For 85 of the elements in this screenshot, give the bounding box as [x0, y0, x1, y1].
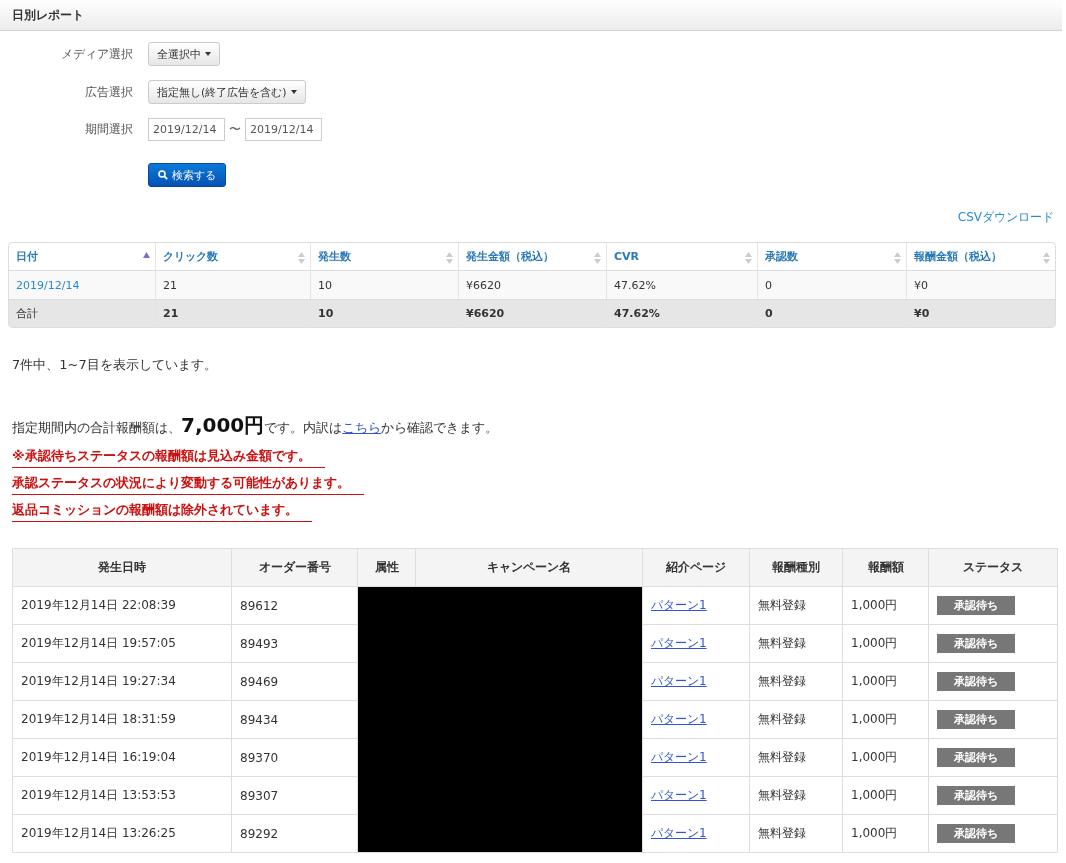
status-badge: 承認待ち — [937, 786, 1015, 805]
page-link[interactable]: パターン1 — [651, 826, 707, 840]
sort-icon — [298, 252, 305, 264]
column-header: ステータス — [928, 548, 1058, 587]
total-cell: ¥6620 — [458, 299, 606, 327]
reward-amount-cell: 1,000円 — [842, 776, 929, 815]
datetime-cell: 2019年12月14日 22:08:39 — [12, 586, 232, 625]
date-field[interactable]: 2019/12/14 — [245, 118, 322, 141]
date-field[interactable]: 2019/12/14 — [148, 118, 225, 141]
table-cell: 47.62% — [606, 271, 757, 299]
status-badge: 承認待ち — [937, 672, 1015, 691]
filter-label: メディア選択 — [60, 45, 133, 63]
reward-amount-cell: 1,000円 — [842, 814, 929, 853]
order-number-cell: 89612 — [231, 586, 358, 625]
datetime-cell: 2019年12月14日 13:26:25 — [12, 814, 232, 853]
reward-amount-cell: 1,000円 — [842, 624, 929, 663]
datetime-cell: 2019年12月14日 13:53:53 — [12, 776, 232, 815]
column-header: 紹介ページ — [642, 548, 750, 587]
reward-type-cell: 無料登録 — [749, 624, 843, 663]
search-icon — [158, 170, 168, 180]
column-header: 報酬種別 — [749, 548, 843, 587]
reward-type-cell: 無料登録 — [749, 662, 843, 701]
column-header: オーダー番号 — [231, 548, 358, 587]
reward-type-cell: 無料登録 — [749, 586, 843, 625]
page-link[interactable]: パターン1 — [651, 674, 707, 688]
page-link[interactable]: パターン1 — [651, 712, 707, 726]
total-cell: 47.62% — [606, 299, 757, 327]
sort-icon — [745, 252, 752, 264]
reward-type-cell: 無料登録 — [749, 700, 843, 739]
status-badge: 承認待ち — [937, 596, 1015, 615]
total-cell: 0 — [757, 299, 906, 327]
reward-amount-cell: 1,000円 — [842, 586, 929, 625]
warning-note: 返品コミッションの報酬額は除外されています。 — [12, 501, 312, 522]
date-link[interactable]: 2019/12/14 — [9, 271, 155, 299]
total-cell: 21 — [155, 299, 310, 327]
table-cell: 10 — [310, 271, 458, 299]
csv-download-link[interactable]: CSVダウンロード — [957, 209, 1054, 226]
reward-type-cell: 無料登録 — [749, 738, 843, 777]
status-badge: 承認待ち — [937, 824, 1015, 843]
table-cell: 21 — [155, 271, 310, 299]
table-cell: ¥6620 — [458, 271, 606, 299]
total-cell: 合計 — [9, 299, 155, 327]
reward-amount-cell: 1,000円 — [842, 738, 929, 777]
column-header: 発生日時 — [12, 548, 232, 587]
page-link[interactable]: パターン1 — [651, 750, 707, 764]
total-cell: ¥0 — [906, 299, 1055, 327]
reward-amount-cell: 1,000円 — [842, 662, 929, 701]
dropdown-button[interactable]: 指定無し(終了広告を含む) — [148, 80, 306, 104]
search-button[interactable]: 検索する — [148, 163, 226, 187]
warning-note: 承認ステータスの状況により変動する可能性があります。 — [12, 474, 364, 495]
status-badge: 承認待ち — [937, 710, 1015, 729]
status-badge: 承認待ち — [937, 748, 1015, 767]
datetime-cell: 2019年12月14日 19:57:05 — [12, 624, 232, 663]
caret-icon — [205, 52, 211, 56]
total-reward-sentence: 指定期間内の合計報酬額は、7,000円 です。内訳はこちらから確認できます。 — [12, 412, 500, 439]
caret-icon — [290, 90, 297, 94]
sort-icon — [594, 252, 601, 264]
page-link[interactable]: パターン1 — [651, 636, 707, 650]
sort-ascending-icon — [143, 252, 150, 258]
datetime-cell: 2019年12月14日 19:27:34 — [12, 662, 232, 701]
status-badge: 承認待ち — [937, 634, 1015, 653]
filter-label: 広告選択 — [84, 83, 133, 101]
result-count-text: 7件中、1~7目を表示しています。 — [12, 356, 218, 374]
table-cell: 0 — [757, 271, 906, 299]
column-header: キャンペーン名 — [415, 548, 643, 587]
range-separator: 〜 — [229, 121, 241, 138]
table-cell: ¥0 — [906, 271, 1055, 299]
reward-type-cell: 無料登録 — [749, 776, 843, 815]
filter-label: 期間選択 — [84, 121, 133, 138]
datetime-cell: 2019年12月14日 16:19:04 — [12, 738, 232, 777]
details-link[interactable]: こちら — [342, 420, 382, 435]
dropdown-button[interactable]: 全選択中 — [148, 42, 220, 66]
reward-amount-cell: 1,000円 — [842, 700, 929, 739]
warning-note: ※承認待ちステータスの報酬額は見込み金額です。 — [12, 447, 325, 468]
page-link[interactable]: パターン1 — [651, 598, 707, 612]
column-header: 報酬額 — [842, 548, 929, 587]
sort-icon — [446, 252, 453, 264]
page-link[interactable]: パターン1 — [651, 788, 707, 802]
sort-icon — [1043, 252, 1050, 264]
page-title: 日別レポート — [12, 6, 84, 24]
datetime-cell: 2019年12月14日 18:31:59 — [12, 700, 232, 739]
sort-icon — [894, 252, 901, 264]
reward-type-cell: 無料登録 — [749, 814, 843, 853]
total-cell: 10 — [310, 299, 458, 327]
column-header: 属性 — [357, 548, 416, 587]
